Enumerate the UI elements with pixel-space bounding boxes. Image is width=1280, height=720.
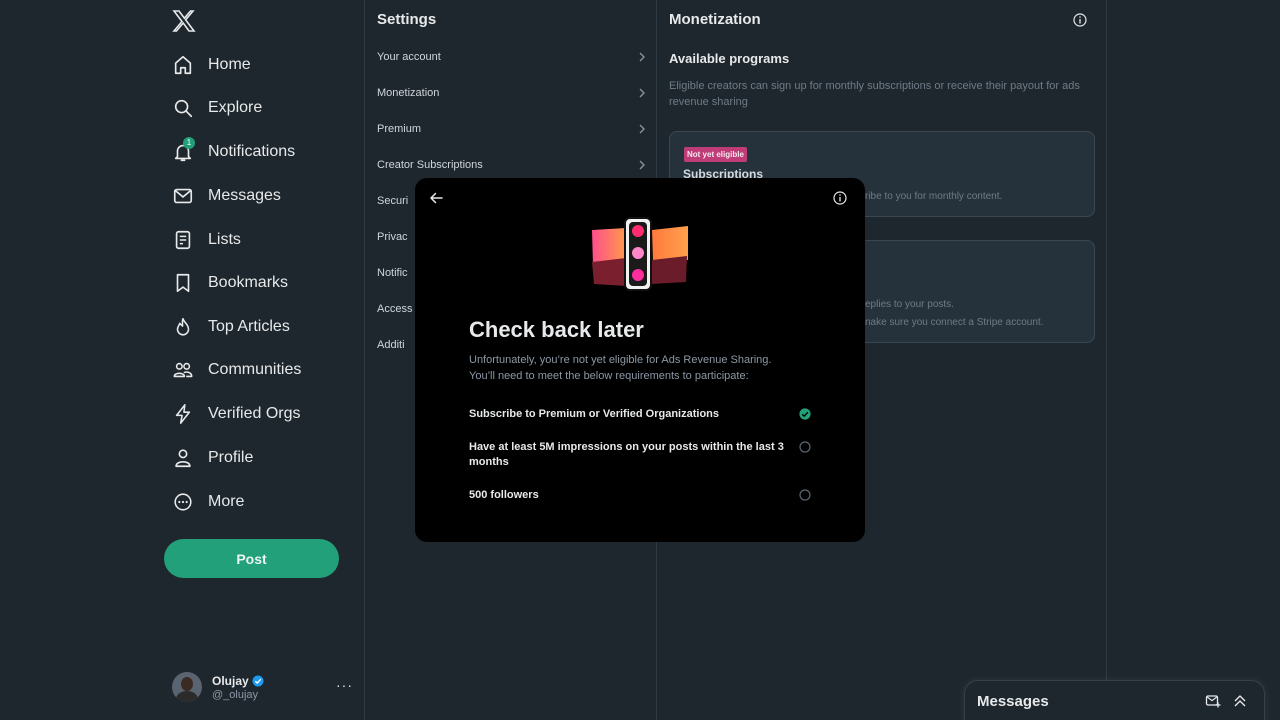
- messages-drawer-title: Messages: [977, 693, 1049, 710]
- settings-item-label: Privac: [377, 231, 408, 243]
- requirement-item: Subscribe to Premium or Verified Organiz…: [469, 407, 811, 422]
- nav-item-label: Messages: [208, 187, 281, 204]
- nav-item-verified-orgs[interactable]: Verified Orgs: [172, 394, 300, 434]
- chevron-right-icon: [639, 88, 645, 98]
- nav-item-label: Lists: [208, 231, 241, 248]
- status-badge: Not yet eligible: [684, 147, 747, 162]
- envelope-icon: [172, 185, 194, 207]
- search-icon: [172, 97, 194, 119]
- nav-item-label: Verified Orgs: [208, 405, 301, 422]
- nav-item-bookmarks[interactable]: Bookmarks: [172, 263, 288, 303]
- expand-up-icon[interactable]: [1232, 693, 1248, 709]
- requirement-item: 500 followers: [469, 488, 811, 503]
- flame-icon: [172, 316, 194, 338]
- notification-badge: 1: [183, 137, 195, 149]
- nav-item-label: More: [208, 493, 245, 510]
- nav-item-home[interactable]: Home: [172, 45, 251, 85]
- nav-item-notifications[interactable]: 1 Notifications: [172, 132, 295, 172]
- requirement-label: 500 followers: [469, 489, 539, 501]
- settings-item-label: Access: [377, 303, 413, 315]
- verified-badge-icon: [252, 675, 264, 687]
- nav-item-label: Notifications: [208, 143, 296, 160]
- info-icon[interactable]: [1073, 13, 1087, 27]
- settings-item-premium[interactable]: Premium: [377, 119, 647, 139]
- list-icon: [172, 229, 194, 251]
- divider: [1106, 0, 1107, 720]
- more-circle-icon: [172, 491, 194, 513]
- settings-item-creator-subscriptions[interactable]: Creator Subscriptions: [377, 155, 647, 175]
- check-circle-icon: [799, 408, 811, 420]
- nav-item-label: Communities: [208, 361, 302, 378]
- chevron-right-icon: [639, 52, 645, 62]
- nav-item-label: Bookmarks: [208, 274, 289, 291]
- card-description: nake sure you connect a Stripe account.: [865, 317, 1044, 328]
- available-programs-heading: Available programs: [669, 51, 790, 66]
- divider: [364, 0, 365, 720]
- nav-item-label: Top Articles: [208, 318, 290, 335]
- more-dots-icon[interactable]: ···: [336, 677, 353, 693]
- traffic-light-illustration: [592, 217, 688, 291]
- new-message-icon[interactable]: [1205, 693, 1221, 709]
- nav-item-profile[interactable]: Profile: [172, 438, 253, 478]
- nav-item-label: Profile: [208, 449, 254, 466]
- settings-item-label: Creator Subscriptions: [377, 159, 483, 171]
- people-icon: [172, 359, 194, 381]
- account-switcher[interactable]: Olujay @_olujay ···: [172, 669, 357, 705]
- settings-item-label: Premium: [377, 123, 422, 135]
- settings-item-label: Notific: [377, 267, 408, 279]
- primary-nav: Home Explore 1 Notifications Messages Li…: [160, 0, 365, 720]
- modal-description: Unfortunately, you’re not yet eligible f…: [469, 354, 772, 382]
- card-description: ribe to you for monthly content.: [865, 191, 1003, 202]
- nav-item-more[interactable]: More: [172, 482, 244, 522]
- empty-circle-icon: [799, 489, 811, 501]
- modal-title: Check back later: [469, 317, 644, 342]
- requirement-item: Have at least 5M impressions on your pos…: [469, 440, 811, 470]
- settings-item-label: Additi: [377, 339, 405, 351]
- empty-circle-icon: [799, 441, 811, 453]
- account-handle: @_olujay: [212, 688, 259, 701]
- card-description: eplies to your posts.: [865, 299, 954, 310]
- person-icon: [172, 447, 194, 469]
- account-name-row: Olujay: [212, 674, 264, 688]
- requirement-label: Have at least 5M impressions on your pos…: [469, 441, 784, 468]
- avatar: [172, 672, 202, 702]
- nav-item-communities[interactable]: Communities: [172, 350, 301, 390]
- nav-item-top-articles[interactable]: Top Articles: [172, 307, 290, 347]
- nav-item-explore[interactable]: Explore: [172, 88, 262, 128]
- bell-icon: 1: [172, 137, 195, 163]
- settings-item-label: Your account: [377, 51, 441, 63]
- chevron-right-icon: [639, 124, 645, 134]
- nav-item-label: Home: [208, 56, 251, 73]
- programs-description: Eligible creators can sign up for monthl…: [669, 80, 1080, 108]
- settings-item-monetization[interactable]: Monetization: [377, 83, 647, 103]
- info-icon[interactable]: [833, 191, 847, 205]
- requirement-label: Subscribe to Premium or Verified Organiz…: [469, 408, 720, 420]
- nav-item-messages[interactable]: Messages: [172, 176, 281, 216]
- bookmark-icon: [172, 272, 194, 294]
- settings-title: Settings: [377, 11, 437, 28]
- nav-item-label: Explore: [208, 99, 263, 116]
- back-arrow-icon[interactable]: [429, 191, 443, 205]
- x-logo-icon[interactable]: [172, 9, 196, 33]
- account-name: Olujay: [212, 673, 249, 688]
- lightning-icon: [172, 403, 194, 425]
- home-icon: [172, 54, 194, 76]
- monetization-title: Monetization: [669, 11, 761, 28]
- settings-item-label: Monetization: [377, 87, 440, 99]
- eligibility-modal: Check back later Unfortunately, you’re n…: [415, 178, 865, 542]
- messages-drawer[interactable]: Messages: [964, 680, 1265, 720]
- nav-item-lists[interactable]: Lists: [172, 220, 241, 260]
- settings-item-your-account[interactable]: Your account: [377, 47, 647, 67]
- settings-item-label: Securi: [377, 195, 409, 207]
- post-button[interactable]: Post: [164, 539, 339, 578]
- chevron-right-icon: [639, 160, 645, 170]
